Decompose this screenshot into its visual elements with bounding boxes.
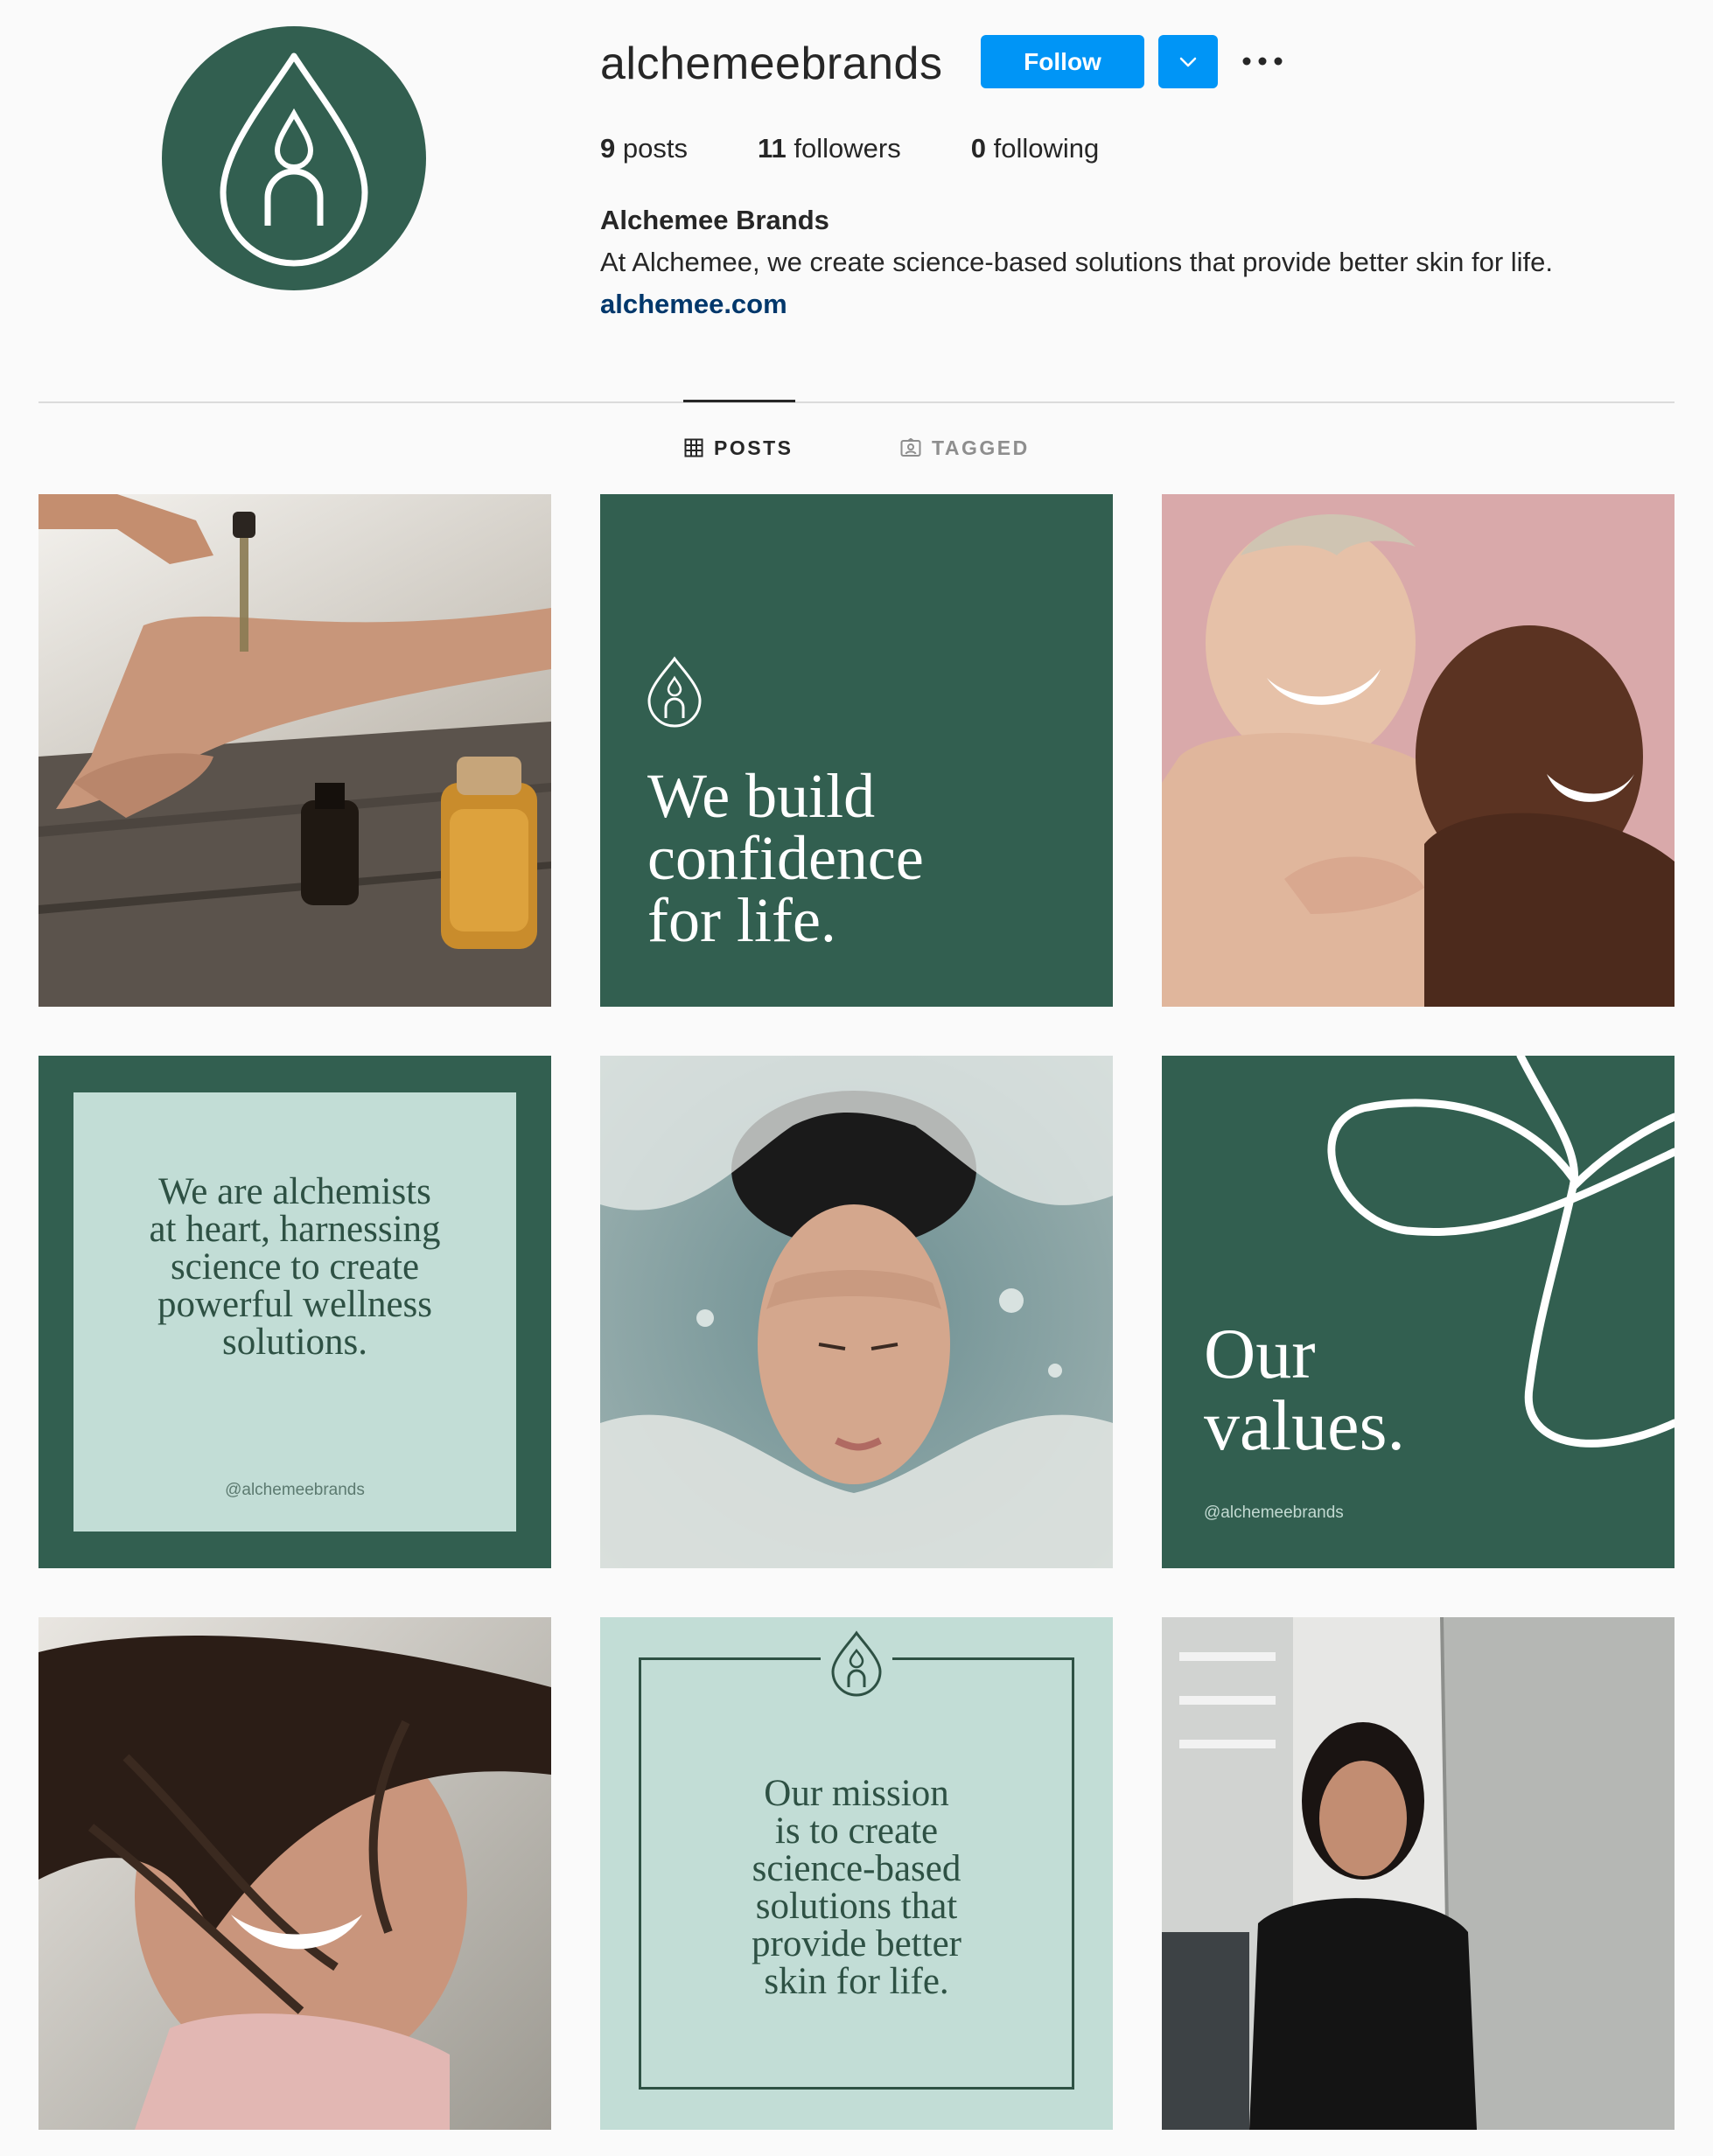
more-options-button[interactable] — [1241, 45, 1284, 77]
grid-icon — [684, 438, 703, 457]
post-thumbnail-our-mission[interactable]: Our mission is to create science-based s… — [600, 1617, 1113, 2130]
smiling-women-photo — [1162, 494, 1675, 1007]
following-count-value: 0 — [970, 133, 986, 164]
post-handle: @alchemeebrands — [1204, 1504, 1344, 1522]
profile-bio: At Alchemee, we create science-based sol… — [600, 247, 1554, 277]
posts-count-value: 9 — [600, 133, 616, 164]
tab-posts-label: POSTS — [714, 436, 794, 459]
post-handle: @alchemeebrands — [225, 1481, 365, 1499]
post-quote-text: We are alchemists at heart, harnessing s… — [149, 1171, 441, 1363]
post-thumbnail-woman-building[interactable] — [1162, 1617, 1675, 2130]
active-tab-indicator — [683, 400, 795, 402]
oil-dropper-photo — [38, 494, 551, 1007]
tabs-divider — [38, 401, 1675, 403]
windblown-hair-photo — [38, 1617, 551, 2130]
post-thumbnail-our-values[interactable]: Our values. @alchemeebrands — [1162, 1056, 1675, 1568]
post-thumbnail-windblown-hair[interactable] — [38, 1617, 551, 2130]
tab-tagged-label: TAGGED — [932, 436, 1030, 459]
post-thumbnail-bath-foam[interactable] — [600, 1056, 1113, 1568]
post-thumbnail-oil-dropper[interactable] — [38, 494, 551, 1007]
post-quote-text: Our mission is to create science-based s… — [752, 1773, 961, 2002]
profile-stats: 9 posts 11 followers 0 following — [600, 129, 1169, 168]
posts-count: 9 posts — [600, 129, 688, 168]
profile-username: alchemeebrands — [600, 38, 943, 89]
chevron-down-icon — [1179, 57, 1197, 66]
post-quote-text: We build confidence for life. — [647, 761, 924, 955]
posts-count-label: posts — [622, 133, 688, 164]
tagged-icon — [900, 438, 921, 457]
tab-tagged[interactable]: TAGGED — [900, 432, 1030, 464]
tab-posts[interactable]: POSTS — [684, 432, 793, 464]
profile-full-name: Alchemee Brands — [600, 205, 829, 235]
woman-building-photo — [1162, 1617, 1675, 2130]
following-count-label: following — [993, 133, 1100, 164]
followers-count-value: 11 — [757, 133, 787, 164]
alchemee-logo-icon — [220, 52, 368, 267]
post-thumbnail-confidence[interactable]: We build confidence for life. — [600, 494, 1113, 1007]
post-thumbnail-smiling-women[interactable] — [1162, 494, 1675, 1007]
bath-foam-photo — [600, 1056, 1113, 1568]
following-link[interactable]: 0 following — [971, 129, 1100, 168]
profile-avatar[interactable] — [162, 26, 426, 290]
follow-button[interactable]: Follow — [981, 35, 1144, 88]
suggested-accounts-button[interactable] — [1158, 35, 1218, 88]
post-thumbnail-alchemists[interactable]: We are alchemists at heart, harnessing s… — [38, 1056, 551, 1568]
infinity-loop-icon — [1327, 1056, 1675, 1448]
followers-count-label: followers — [794, 133, 901, 164]
post-quote-text: Our values. — [1204, 1314, 1405, 1465]
profile-website-link[interactable]: alchemee.com — [600, 285, 787, 324]
followers-link[interactable]: 11 followers — [758, 129, 901, 168]
more-options-icon — [1242, 57, 1283, 66]
